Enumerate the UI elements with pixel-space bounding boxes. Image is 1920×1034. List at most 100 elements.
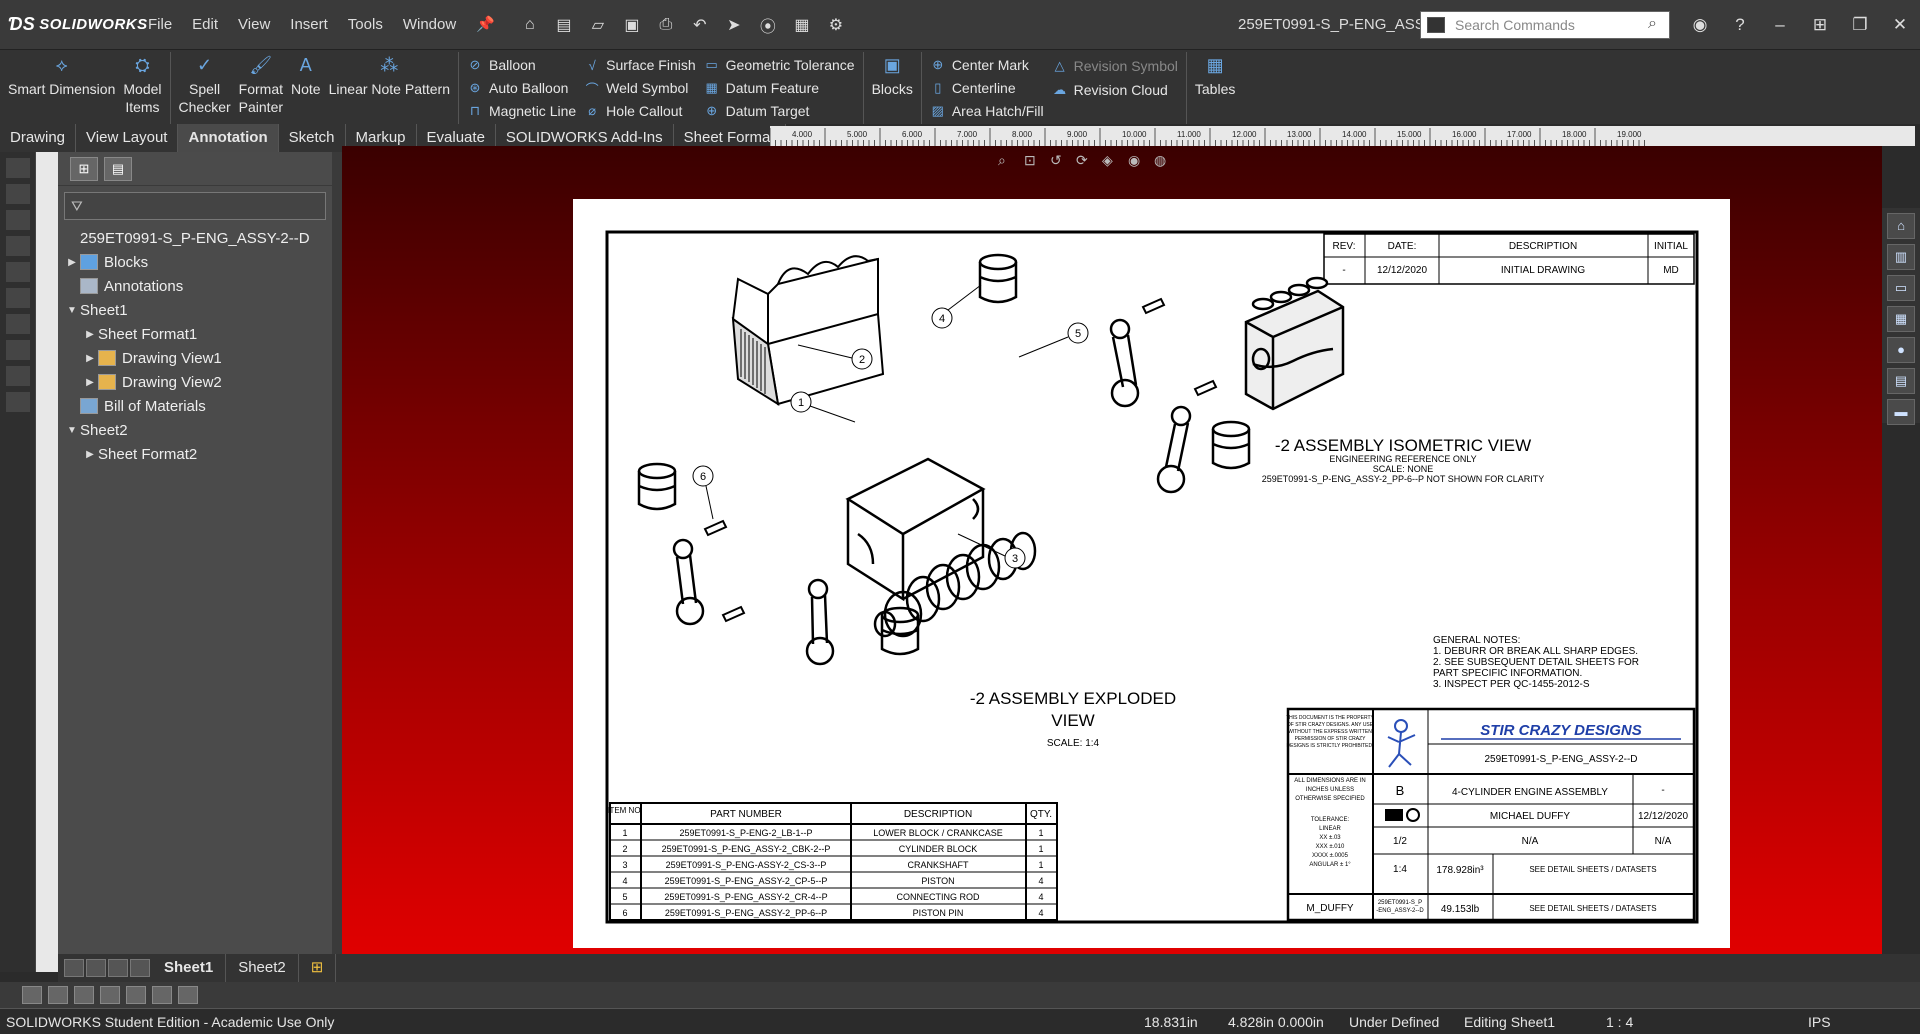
forum-icon[interactable]: ▬ xyxy=(1887,399,1915,425)
bom-row[interactable]: 4 259ET0991-S_P-ENG_ASSY-2_CP-5--P PISTON 4 xyxy=(622,876,1043,886)
balloon-2[interactable]: 2 xyxy=(797,344,873,370)
note-button[interactable]: A Note xyxy=(287,52,325,124)
traffic-light-icon[interactable]: ⦿ xyxy=(753,11,783,39)
balloon-5[interactable]: 5 xyxy=(1018,322,1089,358)
tree-expand-icon[interactable]: ▶ xyxy=(82,353,98,364)
status-units[interactable]: IPS xyxy=(1808,1014,1831,1030)
solidworks-resources-icon[interactable]: ⌂ xyxy=(1887,213,1915,239)
select-icon[interactable]: ➤ xyxy=(719,11,749,39)
smart-dimension-button[interactable]: ⟡ Smart Dimension xyxy=(4,52,119,124)
title-block[interactable]: STIR CRAZY DESIGNS THIS DOCUMENT IS THE … xyxy=(1286,707,1696,922)
options-gear-icon[interactable]: ⚙ xyxy=(821,11,851,39)
rectangle-tool-icon[interactable] xyxy=(5,210,30,230)
rotate-icon[interactable]: ⟳ xyxy=(1076,152,1094,170)
add-relation-icon[interactable] xyxy=(5,392,30,412)
spell-checker-button[interactable]: ✓ Spell Checker xyxy=(175,52,235,124)
centerline-button[interactable]: ▯ Centerline xyxy=(930,77,1044,100)
point-tool-icon[interactable] xyxy=(5,314,30,334)
circle-tool-icon[interactable] xyxy=(5,236,30,256)
tree-collapse-icon[interactable]: ▼ xyxy=(64,425,80,436)
display-relations-icon[interactable] xyxy=(5,366,30,386)
tool-icon-7[interactable] xyxy=(178,986,198,1004)
home-icon[interactable]: ⌂ xyxy=(515,11,545,39)
center-mark-button[interactable]: ⊕ Center Mark xyxy=(930,54,1044,77)
revision-cloud-button[interactable]: ☁ Revision Cloud xyxy=(1052,78,1178,102)
tree-expand-icon[interactable]: ▶ xyxy=(64,257,80,268)
prev-sheet-icon[interactable] xyxy=(86,959,106,977)
magnetic-line-button[interactable]: ⊓ Magnetic Line xyxy=(467,99,576,122)
help-icon[interactable]: ? xyxy=(1720,0,1760,50)
geometric-tolerance-button[interactable]: ▭ Geometric Tolerance xyxy=(704,54,855,77)
tab-sheet1[interactable]: Sheet1 xyxy=(152,954,227,982)
tab-drawing[interactable]: Drawing xyxy=(0,124,77,152)
datum-feature-button[interactable]: ▦ Datum Feature xyxy=(704,77,855,100)
tool-icon-4[interactable] xyxy=(100,986,120,1004)
tree-node-sheet-format1[interactable]: ▶ Sheet Format1 xyxy=(58,322,649,367)
format-painter-button[interactable]: 🖌 Format Painter xyxy=(235,52,287,124)
zoom-to-area-icon[interactable]: ⊡ xyxy=(1024,152,1042,170)
menu-window[interactable]: Window xyxy=(395,0,464,50)
appearances-icon[interactable]: ● xyxy=(1887,337,1915,363)
tab-annotation[interactable]: Annotation xyxy=(178,124,279,152)
bom-row[interactable]: 2 259ET0991-S_P-ENG_ASSY-2_CBK-2--P CYLIND… xyxy=(622,844,1043,854)
bom-row[interactable]: 5 259ET0991-S_P-ENG_ASSY-2_CR-4--P CONNECT… xyxy=(622,892,1043,902)
balloon-4[interactable]: 4 xyxy=(931,284,982,329)
tool-icon-2[interactable] xyxy=(48,986,68,1004)
close-icon[interactable]: ✕ xyxy=(1880,0,1920,50)
next-sheet-icon[interactable] xyxy=(108,959,128,977)
tree-node-drawing[interactable]: 259ET0991-S_P-ENG_ASSY-2--D xyxy=(58,226,649,367)
spline-tool-icon[interactable] xyxy=(5,288,30,308)
arc-tool-icon[interactable] xyxy=(5,262,30,282)
area-hatch-button[interactable]: ▨ Area Hatch/Fill xyxy=(930,99,1044,122)
sketch-tool-icon[interactable] xyxy=(5,158,30,178)
new-document-icon[interactable]: ▤ xyxy=(549,11,579,39)
weld-symbol-button[interactable]: ⌒ Weld Symbol xyxy=(584,77,695,100)
menu-insert[interactable]: Insert xyxy=(282,0,336,50)
balloon-6[interactable]: 6 xyxy=(692,465,714,520)
menu-view[interactable]: View xyxy=(230,0,278,50)
file-explorer-icon[interactable]: ▭ xyxy=(1887,275,1915,301)
tile-icon[interactable]: ⊞ xyxy=(1800,0,1840,50)
tree-node-bill-of-materials[interactable]: Bill of Materials xyxy=(58,394,332,418)
tree-expand-icon[interactable]: ▶ xyxy=(82,449,98,460)
menu-edit[interactable]: Edit xyxy=(184,0,226,50)
revision-symbol-button[interactable]: △ Revision Symbol xyxy=(1052,54,1178,78)
tree-expand-icon[interactable]: ▶ xyxy=(82,377,98,388)
tool-icon-5[interactable] xyxy=(126,986,146,1004)
tab-view-layout[interactable]: View Layout xyxy=(76,124,179,152)
balloon-button[interactable]: ⊘ Balloon xyxy=(467,54,576,77)
part-piston-pins[interactable] xyxy=(703,297,1218,623)
pane-splitter[interactable] xyxy=(332,152,342,954)
tree-filter[interactable]: ⛛ xyxy=(64,192,326,220)
blocks-button[interactable]: ▣ Blocks xyxy=(868,52,917,124)
tree-node-sheet1[interactable]: ▼ Sheet1 xyxy=(58,298,649,367)
tree-node-drawing-view1[interactable]: ▶ Drawing View1 xyxy=(58,346,332,370)
add-sheet-icon[interactable]: ⊞ xyxy=(299,954,337,982)
datum-target-button[interactable]: ⊕ Datum Target xyxy=(704,99,855,122)
search-icon[interactable]: ⌕ xyxy=(1648,15,1657,33)
tree-node-sheet-format2[interactable]: ▶ Sheet Format2 xyxy=(58,351,649,466)
bom-row[interactable]: 1 259ET0991-S_P-ENG-2_LB-1--P LOWER BLOCK … xyxy=(622,828,1043,838)
tables-button[interactable]: ▦ Tables xyxy=(1191,52,1239,124)
bill-of-materials-table[interactable]: ITEM NO. PART NUMBER DESCRIPTION QTY. 12… xyxy=(607,802,1058,921)
first-sheet-icon[interactable] xyxy=(64,959,84,977)
display-style-icon[interactable]: ◈ xyxy=(1102,152,1120,170)
tab-sheet2[interactable]: Sheet2 xyxy=(226,954,299,982)
bom-row[interactable]: 6 259ET0991-S_P-ENG_ASSY-2_PP-6--P PISTON … xyxy=(622,908,1043,918)
status-scale[interactable]: 1 : 4 xyxy=(1606,1014,1633,1030)
search-commands-input[interactable]: Search Commands ⌕ xyxy=(1420,11,1670,39)
tree-collapse-icon[interactable]: ▼ xyxy=(64,305,80,316)
tree-expand-icon[interactable]: ▶ xyxy=(82,329,98,340)
save-icon[interactable]: ▣ xyxy=(617,11,647,39)
tool-icon-1[interactable] xyxy=(22,986,42,1004)
model-items-button[interactable]: ⛭ Model Items xyxy=(119,52,165,124)
minimize-icon[interactable]: – xyxy=(1760,0,1800,50)
line-tool-icon[interactable] xyxy=(5,184,30,204)
pin-icon[interactable]: 📌 xyxy=(468,0,503,50)
tree-node-annotations[interactable]: Annotations xyxy=(58,274,332,298)
hole-callout-button[interactable]: ⌀ Hole Callout xyxy=(584,99,695,122)
print-icon[interactable]: ⎙ xyxy=(651,11,681,39)
tree-node-drawing-view2[interactable]: ▶ Drawing View2 xyxy=(58,370,332,394)
custom-properties-icon[interactable]: ▤ xyxy=(1887,368,1915,394)
open-icon[interactable]: ▱ xyxy=(583,11,613,39)
